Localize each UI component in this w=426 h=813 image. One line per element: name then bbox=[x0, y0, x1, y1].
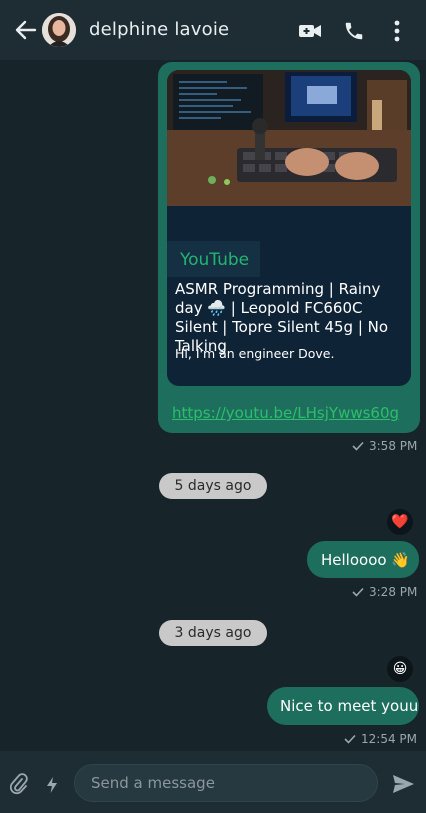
chat-screen: delphine lavoie YouTube ASMR Programming… bbox=[0, 0, 426, 813]
message-time: 3:58 PM bbox=[369, 439, 418, 453]
date-separator: 5 days ago bbox=[159, 473, 267, 499]
link-preview-card[interactable]: YouTube ASMR Programming | Rainy day 🌧️ … bbox=[167, 70, 411, 386]
video-call-icon[interactable] bbox=[297, 18, 323, 44]
message-time: 3:28 PM bbox=[369, 585, 418, 599]
message-meta: 3:28 PM bbox=[352, 585, 417, 599]
attach-icon[interactable] bbox=[8, 773, 30, 795]
video-thumbnail[interactable] bbox=[167, 70, 411, 206]
message-text: Nice to meet youu bbox=[280, 697, 419, 715]
link-source: YouTube bbox=[180, 250, 250, 270]
phone-icon[interactable] bbox=[341, 18, 367, 44]
sent-check-icon bbox=[352, 441, 364, 451]
chat-header: delphine lavoie bbox=[0, 0, 426, 60]
more-vert-icon[interactable] bbox=[384, 18, 410, 44]
sent-check-icon bbox=[344, 734, 356, 744]
lightning-icon[interactable] bbox=[43, 775, 61, 795]
date-separator: 3 days ago bbox=[159, 620, 267, 646]
message-meta: 12:54 PM bbox=[344, 732, 417, 746]
back-arrow-icon[interactable] bbox=[14, 18, 38, 42]
link-description: Hi, I'm an engineer Dove. I like to list… bbox=[175, 346, 335, 361]
send-icon[interactable] bbox=[390, 772, 416, 796]
contact-name[interactable]: delphine lavoie bbox=[89, 19, 229, 40]
link-url[interactable]: https://youtu.be/LHsjYwws60g bbox=[172, 404, 399, 422]
sent-check-icon bbox=[352, 587, 364, 597]
message-time: 12:54 PM bbox=[361, 732, 417, 746]
reaction-heart[interactable]: ❤️ bbox=[387, 509, 413, 535]
reaction-grin[interactable]: 😀 bbox=[387, 656, 413, 682]
composer-bar bbox=[0, 751, 426, 813]
message-meta: 3:58 PM bbox=[352, 439, 417, 453]
avatar[interactable] bbox=[42, 13, 76, 47]
message-input[interactable] bbox=[74, 764, 378, 802]
message-text: Helloooo 👋 bbox=[321, 551, 410, 569]
